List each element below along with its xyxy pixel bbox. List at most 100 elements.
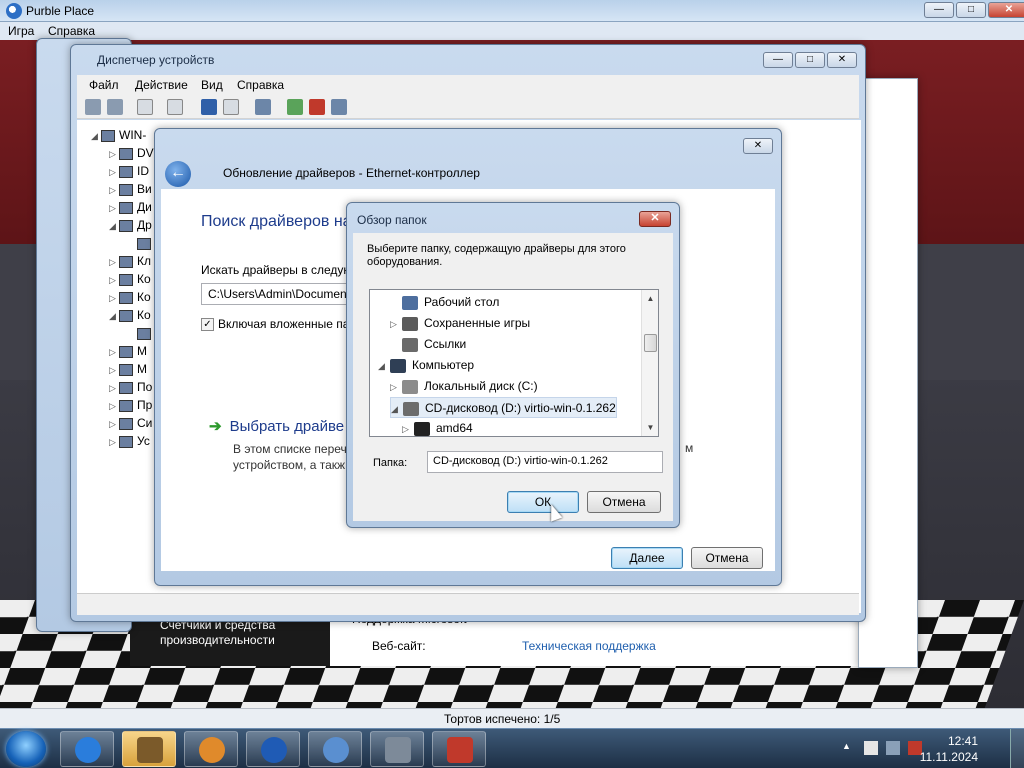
devmgr-maximize-button[interactable]: □ xyxy=(795,52,825,68)
network-icon[interactable] xyxy=(886,741,900,755)
device-tree-item[interactable]: ▷ Ус xyxy=(109,432,150,450)
expand-arrow-icon[interactable]: ▷ xyxy=(109,271,119,289)
uninstall-icon[interactable] xyxy=(309,99,325,115)
show-hidden-icons-icon[interactable]: ▲ xyxy=(842,741,856,755)
device-tree-item[interactable]: ▷ Ко xyxy=(109,270,151,288)
expand-arrow-icon[interactable]: ▷ xyxy=(109,289,119,307)
show-desktop-button[interactable] xyxy=(1010,729,1024,768)
expand-arrow-icon[interactable]: ▷ xyxy=(109,145,119,163)
menu-help[interactable]: Справка xyxy=(48,24,95,38)
menu-view[interactable]: Вид xyxy=(201,78,223,92)
expand-arrow-icon[interactable]: ▷ xyxy=(109,397,119,415)
device-tree-item[interactable]: ▷ Си xyxy=(109,414,152,432)
device-tree-item[interactable]: ◢ Ко xyxy=(109,306,151,324)
taskbar-explorer[interactable] xyxy=(122,731,176,767)
expand-arrow-icon[interactable]: ▷ xyxy=(390,377,402,398)
expand-arrow-icon[interactable]: ▷ xyxy=(109,253,119,271)
minimize-button[interactable]: — xyxy=(924,2,954,18)
devmgr-close-button[interactable]: ✕ xyxy=(827,52,857,68)
device-tree-item[interactable]: ◢ Др xyxy=(109,216,152,234)
start-button[interactable] xyxy=(6,731,46,767)
expand-arrow-icon[interactable]: ◢ xyxy=(391,399,403,420)
device-tree-item[interactable]: ▷ М xyxy=(109,360,147,378)
expand-arrow-icon[interactable]: ◢ xyxy=(109,307,119,325)
menu-help[interactable]: Справка xyxy=(237,78,284,92)
expand-arrow-icon[interactable]: ▷ xyxy=(109,361,119,379)
support-link[interactable]: Техническая поддержка xyxy=(522,639,656,653)
taskbar-purble-place[interactable] xyxy=(308,731,362,767)
folder-tree-scrollbar[interactable]: ▲ ▼ xyxy=(641,290,658,436)
flag-icon[interactable] xyxy=(864,741,878,755)
expand-arrow-icon[interactable]: ▷ xyxy=(109,163,119,181)
scan-hardware-icon[interactable] xyxy=(255,99,271,115)
menu-action[interactable]: Действие xyxy=(135,78,188,92)
device-tree-item[interactable]: ▷ Ви xyxy=(109,180,152,198)
include-subfolders-checkbox[interactable]: ✓ Включая вложенные па xyxy=(201,317,349,332)
list-icon[interactable] xyxy=(167,99,183,115)
expand-arrow-icon[interactable]: ▷ xyxy=(109,343,119,361)
folder-tree-item[interactable]: ▷ amd64 xyxy=(402,418,473,436)
help-icon[interactable] xyxy=(201,99,217,115)
devmgr-minimize-button[interactable]: — xyxy=(763,52,793,68)
scroll-up-icon[interactable]: ▲ xyxy=(642,290,658,307)
device-tree-item[interactable]: ▷ DV xyxy=(109,144,154,162)
expand-arrow-icon[interactable]: ▷ xyxy=(109,181,119,199)
browse-close-button[interactable]: ✕ xyxy=(639,211,671,227)
taskbar-device-manager[interactable] xyxy=(370,731,424,767)
taskbar-media-player[interactable] xyxy=(184,731,238,767)
maximize-button[interactable]: □ xyxy=(956,2,986,18)
device-tree-item[interactable]: ▷ Ко xyxy=(109,288,151,306)
disable-icon[interactable] xyxy=(331,99,347,115)
folder-tree-item[interactable]: Ссылки xyxy=(390,334,466,355)
browse-folder-dialog: Обзор папок ✕ Выберите папку, содержащую… xyxy=(346,202,680,528)
update-driver-icon[interactable] xyxy=(287,99,303,115)
folder-tree-item[interactable]: ▷ Локальный диск (C:) xyxy=(390,376,538,397)
clock-date[interactable]: 11.11.2024 xyxy=(920,750,978,764)
device-tree-item[interactable]: ▷ Кл xyxy=(109,252,151,270)
menu-game[interactable]: Игра xyxy=(8,24,34,38)
expand-arrow-icon[interactable]: ▷ xyxy=(109,379,119,397)
close-button[interactable]: ✕ xyxy=(988,2,1024,18)
wizard-close-button[interactable]: ✕ xyxy=(743,138,773,154)
expand-arrow-icon[interactable]: ▷ xyxy=(390,314,402,335)
taskbar-help[interactable] xyxy=(246,731,300,767)
wizard-cancel-button[interactable]: Отмена xyxy=(691,547,763,569)
next-button[interactable]: Далее xyxy=(611,547,683,569)
scroll-down-icon[interactable]: ▼ xyxy=(642,419,658,436)
wizard-back-button[interactable]: ← xyxy=(165,161,191,187)
expand-arrow-icon[interactable]: ◢ xyxy=(378,356,390,377)
folder-tree-item[interactable]: ▷ Сохраненные игры xyxy=(390,313,530,334)
folder-tree-item[interactable]: ◢ CD-дисковод (D:) virtio-win-0.1.262 xyxy=(390,397,617,418)
properties-view-icon[interactable] xyxy=(137,99,153,115)
device-tree-item[interactable]: ◢ WIN- xyxy=(91,126,146,144)
expand-arrow-icon[interactable]: ▷ xyxy=(109,199,119,217)
clock-time[interactable]: 12:41 xyxy=(948,734,978,748)
show-icon[interactable] xyxy=(223,99,239,115)
performance-link[interactable]: Счетчики и средства производительности xyxy=(160,618,320,648)
folder-tree-item[interactable]: ◢ Компьютер xyxy=(378,355,474,376)
browse-cancel-button[interactable]: Отмена xyxy=(587,491,661,513)
folder-input[interactable]: CD-дисковод (D:) virtio-win-0.1.262 xyxy=(427,451,663,473)
forward-icon[interactable] xyxy=(107,99,123,115)
expand-arrow-icon[interactable]: ◢ xyxy=(91,127,101,145)
expand-arrow-icon[interactable]: ▷ xyxy=(109,415,119,433)
device-tree-item[interactable]: ▷ Пр xyxy=(109,396,152,414)
device-tree-item[interactable] xyxy=(127,234,155,252)
device-tree-item[interactable]: ▷ По xyxy=(109,378,152,396)
taskbar-internet-explorer[interactable] xyxy=(60,731,114,767)
menu-file[interactable]: Файл xyxy=(89,78,119,92)
expand-arrow-icon[interactable]: ▷ xyxy=(402,419,414,436)
expand-arrow-icon[interactable]: ◢ xyxy=(109,217,119,235)
device-tree-item[interactable]: ▷ Ди xyxy=(109,198,152,216)
ok-button[interactable]: ОК xyxy=(507,491,579,513)
folder-tree-item[interactable]: Рабочий стол xyxy=(390,292,499,313)
device-tree-item[interactable]: ▷ М xyxy=(109,342,147,360)
expand-arrow-icon[interactable]: ▷ xyxy=(109,433,119,451)
pick-from-list-option[interactable]: ➔ Выбрать драйве xyxy=(209,417,344,435)
back-icon[interactable] xyxy=(85,99,101,115)
device-tree-item[interactable]: ▷ ID xyxy=(109,162,149,180)
device-tree-item[interactable] xyxy=(127,324,155,342)
taskbar-toolbox[interactable] xyxy=(432,731,486,767)
scroll-thumb[interactable] xyxy=(644,334,657,352)
folder-tree[interactable]: ▲ ▼ Рабочий стол ▷ Сохраненные игры Ссылки ◢… xyxy=(369,289,659,437)
